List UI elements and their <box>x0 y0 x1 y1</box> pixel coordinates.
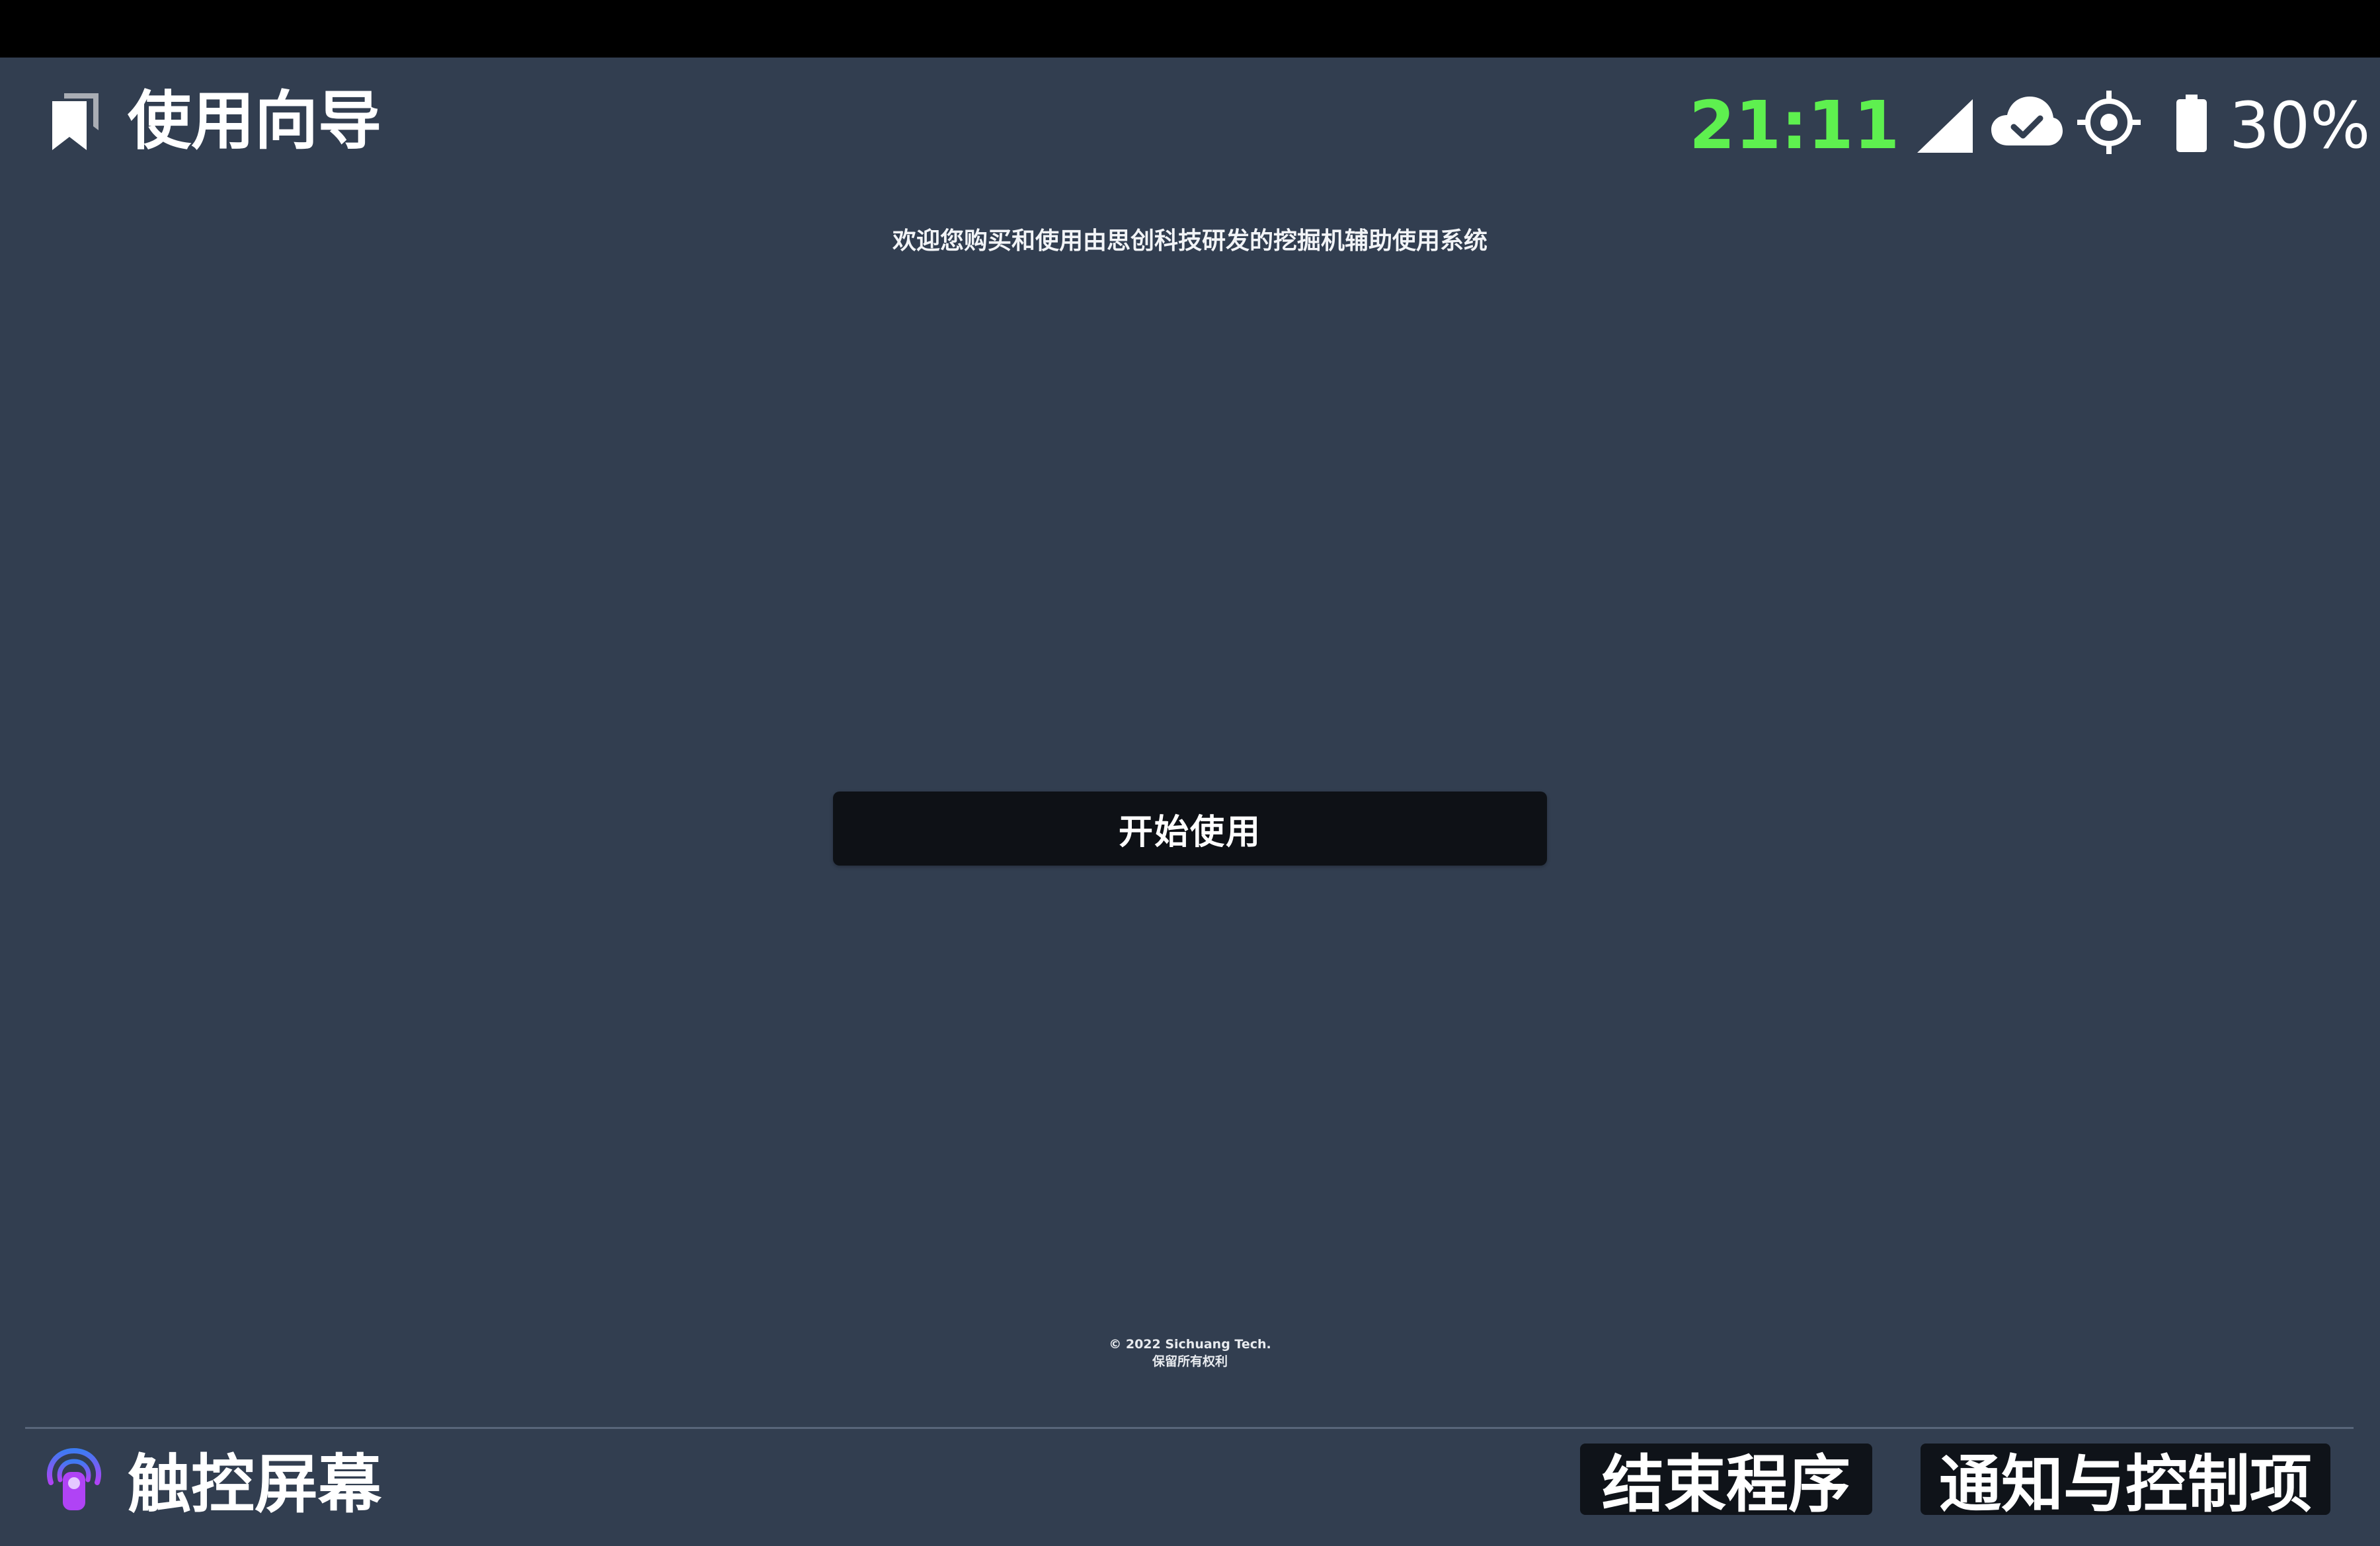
gps-fixed-icon <box>2077 91 2141 154</box>
notifications-controls-button[interactable]: 通知与控制项 <box>1921 1444 2330 1521</box>
status-time: 21:11 <box>1689 87 1900 164</box>
welcome-text: 欢迎您购买和使用由思创科技研发的挖掘机辅助使用系统 <box>892 227 1488 255</box>
system-top-strip <box>0 0 2380 58</box>
end-program-button[interactable]: 结束程序 <box>1580 1444 1872 1521</box>
touch-icon[interactable] <box>43 1447 105 1513</box>
bookmark-icon <box>52 93 99 150</box>
cloud-done-icon <box>1991 97 2063 145</box>
bottom-divider <box>25 1427 2354 1429</box>
battery-icon <box>2176 95 2207 152</box>
rights-reserved-line: 保留所有权利 <box>1152 1354 1228 1369</box>
touch-screen-label: 触控屏幕 <box>128 1447 381 1522</box>
battery-percentage: 30% <box>2229 89 2371 163</box>
start-button[interactable]: 开始使用 <box>833 792 1547 866</box>
page-title: 使用向导 <box>128 84 381 158</box>
signal-icon <box>1917 99 1973 153</box>
copyright-notice: © 2022 Sichuang Tech. 保留所有权利 <box>0 1336 2380 1370</box>
copyright-line: © 2022 Sichuang Tech. <box>1109 1337 1271 1352</box>
